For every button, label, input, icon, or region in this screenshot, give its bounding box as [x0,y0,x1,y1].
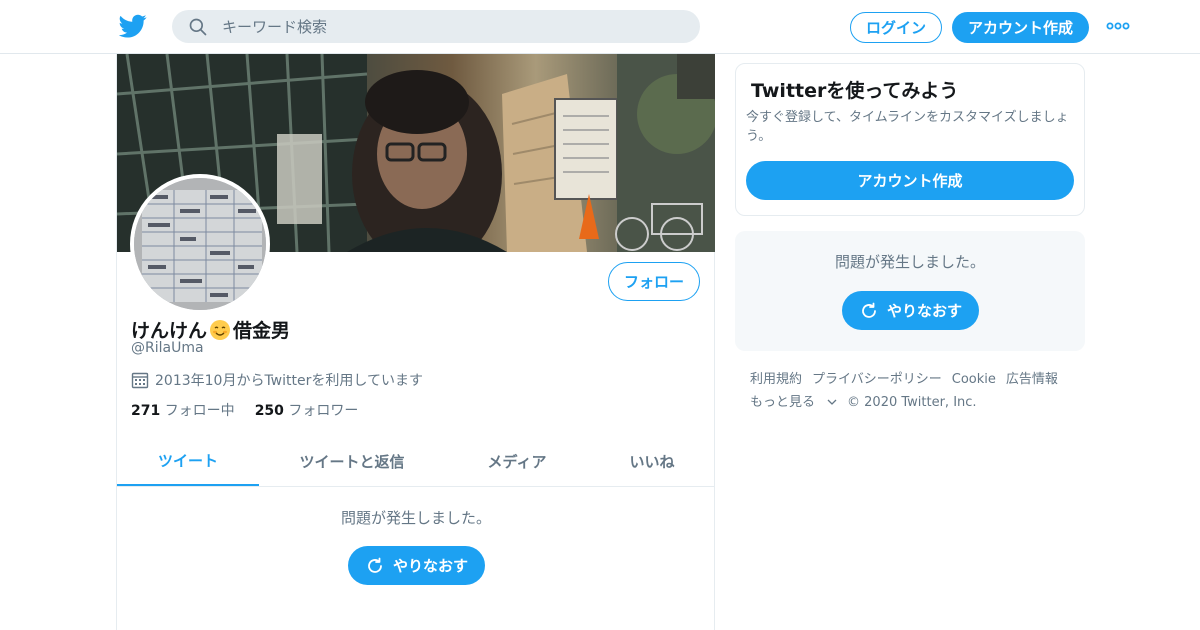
footer-copyright: © 2020 Twitter, Inc. [847,395,977,410]
tab-media[interactable]: メディア [472,436,562,486]
chevron-down-icon [827,399,837,405]
joined-text: 2013年10月からTwitterを利用しています [155,373,423,389]
following-stat[interactable]: 271 フォロー中 [131,403,235,419]
sidebar-error-card: 問題が発生しました。 やりなおす [735,231,1085,351]
search-input[interactable] [222,10,682,43]
following-label: フォロー中 [164,403,235,419]
avatar-document-photo [134,178,266,310]
display-name-suffix: 借金男 [233,320,291,342]
display-name-text: けんけん [131,320,208,342]
retry-label: やりなおす [886,302,962,320]
login-button[interactable]: ログイン [850,12,942,43]
following-count: 271 [131,403,161,419]
tab-likes[interactable]: いいね [612,436,692,486]
profile-avatar[interactable] [130,174,270,314]
follow-button[interactable]: フォロー [608,262,700,301]
tab-tweets-and-replies[interactable]: ツイートと返信 [282,436,422,486]
sidebar-error-text: 問題が発生しました。 [835,253,986,271]
followers-stat[interactable]: 250 フォロワー [255,403,359,419]
search-box[interactable] [172,10,700,43]
followers-label: フォロワー [288,403,359,419]
footer-more-link[interactable]: もっと見る [750,395,837,410]
more-dots-icon[interactable] [1106,19,1130,33]
tab-tweets[interactable]: ツイート [117,436,259,486]
footer-link-cookie[interactable]: Cookie [952,372,996,387]
signup-card-button[interactable]: アカウント作成 [746,161,1074,200]
timeline-error-text: 問題が発生しました。 [341,509,492,527]
top-navigation-bar: ログイン アカウント作成 [0,0,1200,54]
signup-card-title: Twitterを使ってみよう [751,80,959,102]
sidebar-retry-button[interactable]: やりなおす [842,291,979,330]
refresh-icon [368,557,382,573]
footer-links: 利用規約 プライバシーポリシー Cookie 広告情報 もっと見る © 2020 Twi… [750,368,1090,414]
signup-card: Twitterを使ってみよう 今すぐ登録して、タイムラインをカスタマイズしましょ… [735,63,1085,216]
smiling-face-emoji [210,319,231,340]
profile-display-name: けんけん 借金男 [131,316,290,343]
signup-button[interactable]: アカウント作成 [952,12,1089,43]
profile-handle: @RilaUma [131,340,204,356]
profile-tabs: ツイート ツイートと返信 メディア いいね [117,436,715,487]
footer-link-ads[interactable]: 広告情報 [1006,372,1058,387]
twitter-bird-icon[interactable] [119,12,147,40]
footer-more-label: もっと見る [750,395,816,410]
signup-card-description: 今すぐ登録して、タイムラインをカスタマイズしましょう。 [746,110,1069,144]
profile-column: フォロー けんけん 借金男 @RilaUma 2013年10月からTwitter… [116,54,715,630]
retry-label: やりなおす [392,557,468,575]
search-icon [189,18,207,36]
profile-stats: 271 フォロー中 250 フォロワー [131,400,358,420]
footer-link-terms[interactable]: 利用規約 [750,372,802,387]
timeline-retry-button[interactable]: やりなおす [348,546,485,585]
footer-link-privacy[interactable]: プライバシーポリシー [812,372,942,387]
refresh-icon [862,302,876,318]
joined-date: 2013年10月からTwitterを利用しています [131,370,423,390]
followers-count: 250 [254,403,284,419]
calendar-icon [131,372,149,389]
